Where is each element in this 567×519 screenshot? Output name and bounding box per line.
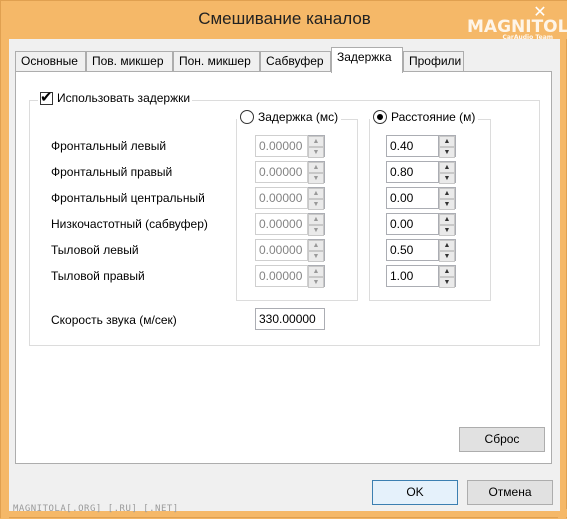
distance-m-spinner[interactable]: 0.80 ▲ ▼ [386,161,456,184]
spin-arrows: ▲ ▼ [439,213,456,236]
distance-m-option[interactable]: Расстояние (м) [370,110,479,124]
channel-label: Фронтальный центральный [51,191,205,205]
spin-arrows: ▲ ▼ [308,239,325,262]
delays-group: ✔ Использовать задержки Задержка (мс) Ра [29,89,540,346]
distance-m-spinner[interactable]: 0.50 ▲ ▼ [386,239,456,262]
check-icon: ✔ [40,88,53,106]
spin-down-icon[interactable]: ▼ [439,277,455,288]
delay-ms-spinner[interactable]: 0.00000 ▲ ▼ [255,187,325,210]
delay-ms-input[interactable]: 0.00000 [255,239,308,261]
spin-up-icon[interactable]: ▲ [308,266,324,277]
sound-speed-label: Скорость звука (м/сек) [51,313,177,327]
spin-up-icon[interactable]: ▲ [308,162,324,173]
distance-m-input[interactable]: 0.80 [386,161,439,183]
distance-m-spinner[interactable]: 1.00 ▲ ▼ [386,265,456,288]
spin-down-icon[interactable]: ▼ [439,173,455,184]
reset-button[interactable]: Сброс [459,427,545,452]
tab-subwoofer[interactable]: Сабвуфер [260,51,331,72]
spin-down-icon[interactable]: ▼ [308,147,324,158]
distance-m-spinner[interactable]: 0.00 ▲ ▼ [386,187,456,210]
spin-arrows: ▲ ▼ [439,187,456,210]
delay-ms-spinner[interactable]: 0.00000 ▲ ▼ [255,213,325,236]
spin-up-icon[interactable]: ▲ [439,188,455,199]
distance-m-input[interactable]: 1.00 [386,265,439,287]
title-bar[interactable]: Смешивание каналов MAGNITOLA CarAudio Te… [1,1,567,41]
spin-arrows: ▲ ▼ [439,239,456,262]
spin-up-icon[interactable]: ▲ [439,240,455,251]
spin-up-icon[interactable]: ▲ [439,136,455,147]
cancel-button[interactable]: Отмена [467,480,553,505]
delay-ms-spinner[interactable]: 0.00000 ▲ ▼ [255,265,325,288]
distance-m-input[interactable]: 0.40 [386,135,439,157]
spin-up-icon[interactable]: ▲ [308,214,324,225]
dialog-body: Основные Пов. микшер Пон. микшер Сабвуфе… [9,39,560,511]
spin-down-icon[interactable]: ▼ [308,225,324,236]
spin-arrows: ▲ ▼ [308,213,325,236]
use-delays-checkbox[interactable]: ✔ [40,89,53,106]
channel-label: Фронтальный правый [51,165,173,179]
spin-up-icon[interactable]: ▲ [439,162,455,173]
footer-watermark: MAGNITOLA[.ORG] [.RU] [.NET] [13,504,179,514]
tab-basic[interactable]: Основные [15,51,86,72]
use-delays-checkbox-row[interactable]: ✔ Использовать задержки [38,89,193,106]
delay-ms-input[interactable]: 0.00000 [255,187,308,209]
spin-up-icon[interactable]: ▲ [439,214,455,225]
distance-m-label: Расстояние (м) [391,110,476,124]
delay-ms-input[interactable]: 0.00000 [255,213,308,235]
spin-down-icon[interactable]: ▼ [439,147,455,158]
distance-m-input[interactable]: 0.00 [386,213,439,235]
delay-ms-label: Задержка (мс) [258,110,339,124]
spin-arrows: ▲ ▼ [308,135,325,158]
channel-label: Тыловой правый [51,269,145,283]
channel-label: Низкочастотный (сабвуфер) [51,217,208,231]
spin-up-icon[interactable]: ▲ [308,136,324,147]
channel-label: Тыловой левый [51,243,139,257]
spin-up-icon[interactable]: ▲ [308,188,324,199]
delay-ms-spinner[interactable]: 0.00000 ▲ ▼ [255,161,325,184]
spin-arrows: ▲ ▼ [308,161,325,184]
delay-ms-input[interactable]: 0.00000 [255,135,308,157]
spin-arrows: ▲ ▼ [308,187,325,210]
spin-down-icon[interactable]: ▼ [439,225,455,236]
spin-down-icon[interactable]: ▼ [439,251,455,262]
distance-m-spinner[interactable]: 0.00 ▲ ▼ [386,213,456,236]
ok-button[interactable]: OK [372,480,458,505]
spin-arrows: ▲ ▼ [439,161,456,184]
delay-ms-option[interactable]: Задержка (мс) [237,110,342,124]
tab-downmixer[interactable]: Пон. микшер [173,51,260,72]
use-delays-label: Использовать задержки [57,91,191,105]
spin-down-icon[interactable]: ▼ [308,173,324,184]
distance-m-radio[interactable] [373,110,387,124]
spin-down-icon[interactable]: ▼ [308,251,324,262]
tab-upmixer[interactable]: Пов. микшер [86,51,173,72]
spin-down-icon[interactable]: ▼ [308,277,324,288]
close-button[interactable]: ✕ [518,3,562,25]
channel-mixing-dialog: Смешивание каналов MAGNITOLA CarAudio Te… [0,0,567,519]
distance-m-input[interactable]: 0.00 [386,187,439,209]
close-icon: ✕ [533,4,547,21]
spin-arrows: ▲ ▼ [439,135,456,158]
distance-m-spinner[interactable]: 0.40 ▲ ▼ [386,135,456,158]
tab-delay[interactable]: Задержка [331,47,403,73]
spin-up-icon[interactable]: ▲ [308,240,324,251]
delay-ms-radio[interactable] [240,110,254,124]
spin-down-icon[interactable]: ▼ [308,199,324,210]
spin-arrows: ▲ ▼ [439,265,456,288]
delay-ms-input[interactable]: 0.00000 [255,265,308,287]
tab-profiles[interactable]: Профили [403,51,464,72]
spin-up-icon[interactable]: ▲ [439,266,455,277]
channel-label: Фронтальный левый [51,139,167,153]
delay-ms-spinner[interactable]: 0.00000 ▲ ▼ [255,135,325,158]
spin-down-icon[interactable]: ▼ [439,199,455,210]
spin-arrows: ▲ ▼ [308,265,325,288]
delay-ms-input[interactable]: 0.00000 [255,161,308,183]
delay-tab-panel: ✔ Использовать задержки Задержка (мс) Ра [15,71,552,464]
sound-speed-input[interactable]: 330.00000 [255,308,325,330]
frame-left [1,39,9,519]
delay-ms-spinner[interactable]: 0.00000 ▲ ▼ [255,239,325,262]
distance-m-input[interactable]: 0.50 [386,239,439,261]
